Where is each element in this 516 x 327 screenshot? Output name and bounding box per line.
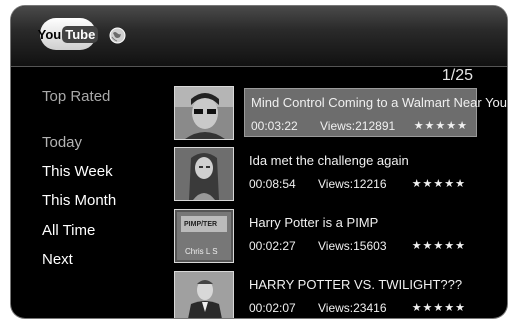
menu-item-this-week[interactable]: This Week [42,163,113,180]
thumbnail-image [175,148,233,200]
video-thumbnail[interactable]: PIMP/TER Chris L S [174,209,234,263]
thumbnail-image [175,272,233,318]
video-views: Views:23416 [318,301,387,315]
video-info: Mind Control Coming to a Walmart Near Yo… [244,88,507,137]
menu-item-today[interactable]: Today [42,134,82,151]
thumbnail-caption: Chris L S [185,247,218,256]
video-info: HARRY POTTER VS. TWILIGHT??? 00:02:07 Vi… [243,271,474,318]
video-views: Views:212891 [320,119,396,133]
rating-stars: ★★★★★ [411,178,466,190]
menu-item-this-month[interactable]: This Month [42,192,116,209]
logo-tube: Tube [62,25,99,43]
video-thumbnail[interactable] [174,86,234,140]
thumbnail-text: PIMP/TER [184,221,217,228]
youtube-logo: You Tube [37,18,99,50]
video-views: Views:15603 [318,239,387,253]
video-title: HARRY POTTER VS. TWILIGHT??? [249,277,463,292]
video-duration: 00:08:54 [249,177,296,191]
logo-you: You [37,26,62,42]
video-duration: 00:02:07 [249,301,296,315]
thumbnail-image: PIMP/TER Chris L S [175,210,233,262]
header-bar: You Tube [11,6,507,67]
video-duration: 00:03:22 [251,119,298,133]
video-row-selected[interactable]: Mind Control Coming to a Walmart Near Yo… [174,86,507,142]
menu-item-next[interactable]: Next [42,251,73,268]
globe-icon[interactable] [109,27,126,44]
video-title: Harry Potter is a PIMP [249,215,379,230]
video-title: Ida met the challenge again [249,153,409,168]
video-title: Mind Control Coming to a Walmart Near Yo… [251,95,507,110]
rating-stars: ★★★★★ [411,302,466,314]
video-row[interactable]: PIMP/TER Chris L S Harry Potter is a PIM… [174,209,477,265]
rating-stars: ★★★★★ [413,120,468,132]
page-indicator: 1/25 [441,67,473,84]
video-info: Ida met the challenge again 00:08:54 Vie… [243,147,474,199]
video-duration: 00:02:27 [249,239,296,253]
video-row[interactable]: Ida met the challenge again 00:08:54 Vie… [174,147,477,203]
video-thumbnail[interactable] [174,271,234,318]
thumbnail-image [175,87,233,139]
tv-screen: You Tube 1/25 Top Rated Today This Week … [11,6,507,318]
video-views: Views:12216 [318,177,387,191]
video-info: Harry Potter is a PIMP 00:02:27 Views:15… [243,209,474,261]
menu-heading: Top Rated [42,88,111,105]
menu-item-all-time[interactable]: All Time [42,222,95,239]
rating-stars: ★★★★★ [411,240,466,252]
video-thumbnail[interactable] [174,147,234,201]
video-row[interactable]: HARRY POTTER VS. TWILIGHT??? 00:02:07 Vi… [174,271,477,318]
